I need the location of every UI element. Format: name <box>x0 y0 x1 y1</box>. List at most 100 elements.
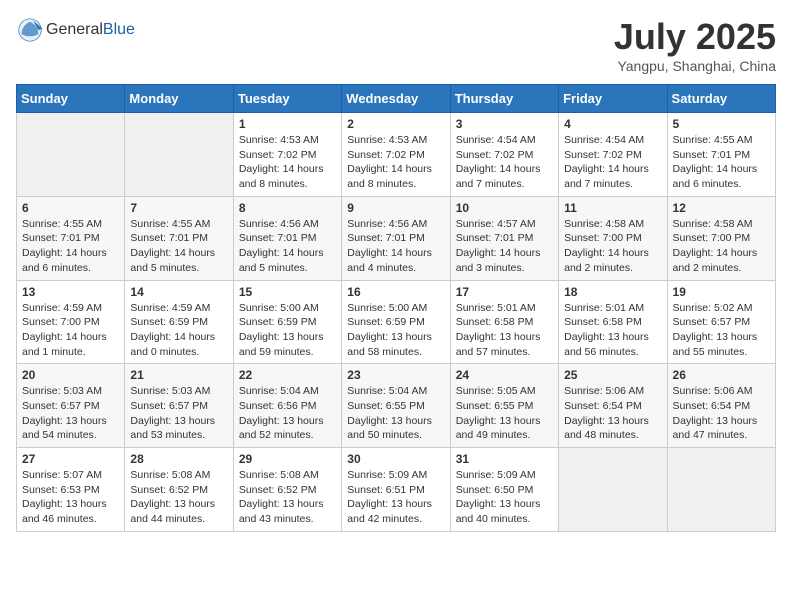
calendar-cell: 12 Sunrise: 4:58 AMSunset: 7:00 PMDayligh… <box>667 196 775 280</box>
weekday-header: Sunday <box>17 85 125 113</box>
day-number: 16 <box>347 285 444 299</box>
calendar-cell: 7Sunrise: 4:55 AMSunset: 7:01 PMDaylight… <box>125 196 233 280</box>
calendar-cell: 29 Sunrise: 5:08 AMSunset: 6:52 PMDayligh… <box>233 448 341 532</box>
calendar-cell: 15Sunrise: 5:00 AMSunset: 6:59 PMDayligh… <box>233 280 341 364</box>
day-number: 9 <box>347 201 444 215</box>
calendar-cell: 1 Sunrise: 4:53 AMSunset: 7:02 PMDaylight… <box>233 113 341 197</box>
calendar-cell: 23 Sunrise: 5:04 AMSunset: 6:55 PMDayligh… <box>342 364 450 448</box>
day-info: Sunrise: 5:08 AMSunset: 6:52 PMDaylight:… <box>239 468 336 527</box>
day-info: Sunrise: 4:58 AMSunset: 7:00 PMDaylight:… <box>673 217 770 276</box>
day-number: 6 <box>22 201 119 215</box>
calendar-cell <box>667 448 775 532</box>
day-number: 7 <box>130 201 227 215</box>
day-info: Sunrise: 5:01 AMSunset: 6:58 PMDaylight:… <box>456 301 553 360</box>
day-info: Sunrise: 4:53 AMSunset: 7:02 PMDaylight:… <box>239 133 336 192</box>
day-number: 20 <box>22 368 119 382</box>
day-number: 18 <box>564 285 661 299</box>
day-number: 22 <box>239 368 336 382</box>
page-header: GeneralBlue July 2025 Yangpu, Shanghai, … <box>16 16 776 74</box>
day-number: 30 <box>347 452 444 466</box>
calendar-cell: 25 Sunrise: 5:06 AMSunset: 6:54 PMDayligh… <box>559 364 667 448</box>
day-info: Sunrise: 4:58 AMSunset: 7:00 PMDaylight:… <box>564 217 661 276</box>
day-number: 29 <box>239 452 336 466</box>
weekday-header: Monday <box>125 85 233 113</box>
day-info: Sunrise: 4:56 AMSunset: 7:01 PMDaylight:… <box>347 217 444 276</box>
day-number: 24 <box>456 368 553 382</box>
day-info: Sunrise: 4:56 AMSunset: 7:01 PMDaylight:… <box>239 217 336 276</box>
calendar-cell: 26 Sunrise: 5:06 AMSunset: 6:54 PMDayligh… <box>667 364 775 448</box>
day-info: Sunrise: 5:06 AMSunset: 6:54 PMDaylight:… <box>564 384 661 443</box>
day-number: 1 <box>239 117 336 131</box>
day-info: Sunrise: 5:01 AMSunset: 6:58 PMDaylight:… <box>564 301 661 360</box>
day-info: Sunrise: 5:05 AMSunset: 6:55 PMDaylight:… <box>456 384 553 443</box>
logo-blue: Blue <box>103 21 135 38</box>
day-info: Sunrise: 4:54 AMSunset: 7:02 PMDaylight:… <box>456 133 553 192</box>
day-info: Sunrise: 4:54 AMSunset: 7:02 PMDaylight:… <box>564 133 661 192</box>
day-number: 5 <box>673 117 770 131</box>
day-number: 19 <box>673 285 770 299</box>
day-number: 11 <box>564 201 661 215</box>
calendar-cell: 19 Sunrise: 5:02 AMSunset: 6:57 PMDayligh… <box>667 280 775 364</box>
calendar-cell: 4Sunrise: 4:54 AMSunset: 7:02 PMDaylight… <box>559 113 667 197</box>
day-number: 15 <box>239 285 336 299</box>
day-info: Sunrise: 5:03 AMSunset: 6:57 PMDaylight:… <box>130 384 227 443</box>
calendar-cell: 31Sunrise: 5:09 AMSunset: 6:50 PMDayligh… <box>450 448 558 532</box>
calendar-header-row: SundayMondayTuesdayWednesdayThursdayFrid… <box>17 85 776 113</box>
title-block: July 2025 Yangpu, Shanghai, China <box>614 16 776 74</box>
day-number: 14 <box>130 285 227 299</box>
day-info: Sunrise: 4:55 AMSunset: 7:01 PMDaylight:… <box>673 133 770 192</box>
calendar-table: SundayMondayTuesdayWednesdayThursdayFrid… <box>16 84 776 532</box>
calendar-cell: 18 Sunrise: 5:01 AMSunset: 6:58 PMDayligh… <box>559 280 667 364</box>
location: Yangpu, Shanghai, China <box>614 58 776 74</box>
day-info: Sunrise: 5:07 AMSunset: 6:53 PMDaylight:… <box>22 468 119 527</box>
day-info: Sunrise: 4:55 AMSunset: 7:01 PMDaylight:… <box>22 217 119 276</box>
day-info: Sunrise: 4:53 AMSunset: 7:02 PMDaylight:… <box>347 133 444 192</box>
calendar-cell: 16 Sunrise: 5:00 AMSunset: 6:59 PMDayligh… <box>342 280 450 364</box>
day-info: Sunrise: 5:09 AMSunset: 6:50 PMDaylight:… <box>456 468 553 527</box>
day-number: 13 <box>22 285 119 299</box>
calendar-cell: 20 Sunrise: 5:03 AMSunset: 6:57 PMDayligh… <box>17 364 125 448</box>
day-number: 28 <box>130 452 227 466</box>
day-info: Sunrise: 5:09 AMSunset: 6:51 PMDaylight:… <box>347 468 444 527</box>
calendar-cell: 11 Sunrise: 4:58 AMSunset: 7:00 PMDayligh… <box>559 196 667 280</box>
day-info: Sunrise: 5:06 AMSunset: 6:54 PMDaylight:… <box>673 384 770 443</box>
day-info: Sunrise: 5:00 AMSunset: 6:59 PMDaylight:… <box>347 301 444 360</box>
calendar-cell <box>559 448 667 532</box>
logo-general: General <box>46 21 103 38</box>
calendar-cell: 6 Sunrise: 4:55 AMSunset: 7:01 PMDaylight… <box>17 196 125 280</box>
day-number: 3 <box>456 117 553 131</box>
calendar-cell: 5 Sunrise: 4:55 AMSunset: 7:01 PMDaylight… <box>667 113 775 197</box>
weekday-header: Wednesday <box>342 85 450 113</box>
day-info: Sunrise: 4:59 AMSunset: 7:00 PMDaylight:… <box>22 301 119 360</box>
calendar-week-row: 13 Sunrise: 4:59 AMSunset: 7:00 PMDayligh… <box>17 280 776 364</box>
day-number: 23 <box>347 368 444 382</box>
day-number: 12 <box>673 201 770 215</box>
day-info: Sunrise: 4:59 AMSunset: 6:59 PMDaylight:… <box>130 301 227 360</box>
month-title: July 2025 <box>614 16 776 58</box>
weekday-header: Tuesday <box>233 85 341 113</box>
calendar-cell <box>17 113 125 197</box>
calendar-cell: 2Sunrise: 4:53 AMSunset: 7:02 PMDaylight… <box>342 113 450 197</box>
day-info: Sunrise: 5:02 AMSunset: 6:57 PMDaylight:… <box>673 301 770 360</box>
day-info: Sunrise: 5:04 AMSunset: 6:56 PMDaylight:… <box>239 384 336 443</box>
calendar-cell: 21 Sunrise: 5:03 AMSunset: 6:57 PMDayligh… <box>125 364 233 448</box>
day-number: 17 <box>456 285 553 299</box>
day-number: 21 <box>130 368 227 382</box>
logo: GeneralBlue <box>16 16 135 44</box>
weekday-header: Saturday <box>667 85 775 113</box>
day-info: Sunrise: 5:03 AMSunset: 6:57 PMDaylight:… <box>22 384 119 443</box>
weekday-header: Thursday <box>450 85 558 113</box>
calendar-cell: 27Sunrise: 5:07 AMSunset: 6:53 PMDayligh… <box>17 448 125 532</box>
day-number: 8 <box>239 201 336 215</box>
logo-text: GeneralBlue <box>46 21 135 39</box>
calendar-cell: 14 Sunrise: 4:59 AMSunset: 6:59 PMDayligh… <box>125 280 233 364</box>
calendar-cell: 22 Sunrise: 5:04 AMSunset: 6:56 PMDayligh… <box>233 364 341 448</box>
calendar-week-row: 1 Sunrise: 4:53 AMSunset: 7:02 PMDaylight… <box>17 113 776 197</box>
calendar-cell: 30 Sunrise: 5:09 AMSunset: 6:51 PMDayligh… <box>342 448 450 532</box>
calendar-cell: 10Sunrise: 4:57 AMSunset: 7:01 PMDayligh… <box>450 196 558 280</box>
day-info: Sunrise: 4:57 AMSunset: 7:01 PMDaylight:… <box>456 217 553 276</box>
day-number: 26 <box>673 368 770 382</box>
day-number: 25 <box>564 368 661 382</box>
weekday-header: Friday <box>559 85 667 113</box>
day-info: Sunrise: 5:04 AMSunset: 6:55 PMDaylight:… <box>347 384 444 443</box>
